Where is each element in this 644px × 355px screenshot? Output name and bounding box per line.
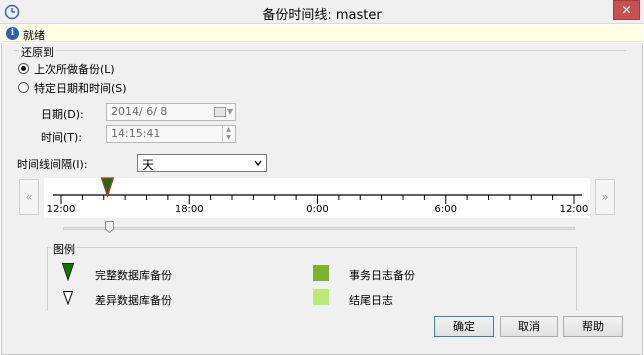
full-backup-marker-icon [62, 263, 74, 281]
timeline-tick-label: 12:00 [559, 204, 589, 215]
restore-group-label: 还原到 [19, 44, 56, 60]
ok-button[interactable]: 确定 [434, 316, 494, 337]
double-chevron-right-icon: » [601, 190, 609, 204]
time-spin-icon[interactable]: ▲ ▼ [222, 126, 234, 142]
close-icon: ✕ [621, 3, 632, 17]
last-backup-label[interactable]: 上次所做备份(L) [34, 61, 115, 77]
differential-backup-marker-icon [63, 291, 73, 305]
date-label: 日期(D): [41, 108, 84, 121]
timeline-tick-label: 18:00 [174, 204, 204, 215]
time-value: 14:15:41 [111, 127, 161, 140]
log-backup-swatch-icon [313, 265, 329, 281]
timeline-next-button[interactable]: » [595, 179, 615, 215]
timeline-tick-label: 12:00 [46, 204, 76, 215]
interval-label: 时间线间隔(I): [17, 158, 88, 171]
specific-datetime-label[interactable]: 特定日期和时间(S) [34, 80, 127, 96]
time-field[interactable]: 14:15:41 [106, 125, 236, 143]
legend-full-backup-label: 完整数据库备份 [95, 269, 172, 282]
chevron-down-icon[interactable]: ▼ [227, 107, 233, 116]
legend-tail-log-label: 结尾日志 [349, 294, 393, 307]
interval-select[interactable]: 天 [137, 154, 267, 172]
status-bar: i 就绪 [1, 25, 643, 42]
specific-datetime-radio[interactable] [18, 82, 29, 93]
legend-label: 图例 [51, 241, 77, 257]
tail-log-swatch-icon [313, 289, 329, 305]
status-text: 就绪 [23, 29, 45, 42]
timeline-slider-track[interactable] [63, 227, 575, 230]
timeline-slider-thumb[interactable] [105, 221, 115, 233]
timeline-tick-label: 0:00 [306, 204, 329, 215]
interval-selected-value: 天 [142, 158, 155, 172]
calendar-icon[interactable] [214, 107, 226, 117]
title-bar: 备份时间线: master ✕ [0, 0, 644, 24]
double-chevron-left-icon: « [25, 190, 33, 204]
last-backup-radio[interactable] [18, 63, 29, 74]
legend-log-backup-label: 事务日志备份 [349, 269, 415, 282]
help-button[interactable]: 帮助 [563, 316, 623, 337]
timeline-tick-label: 6:00 [434, 204, 457, 215]
time-label: 时间(T): [41, 131, 83, 144]
close-button[interactable]: ✕ [613, 0, 640, 20]
info-icon: i [6, 27, 19, 40]
date-value: 2014/ 6/ 8 [111, 105, 168, 118]
chevron-down-icon [254, 160, 262, 167]
window-title: 备份时间线: master [262, 8, 382, 23]
full-backup-marker[interactable] [100, 177, 115, 198]
timeline-prev-button[interactable]: « [19, 179, 39, 215]
legend-differential-backup-label: 差异数据库备份 [95, 294, 172, 307]
cancel-button[interactable]: 取消 [500, 316, 558, 337]
